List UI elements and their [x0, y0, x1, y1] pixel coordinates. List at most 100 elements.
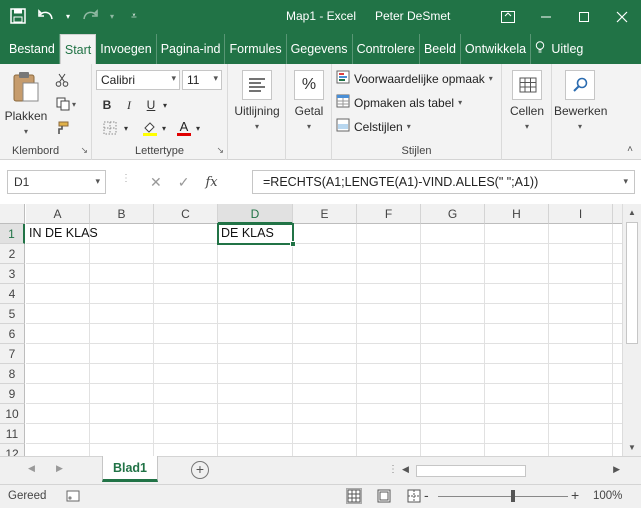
tab-formules[interactable]: Formules: [225, 34, 287, 64]
zoom-in-button[interactable]: +: [571, 487, 579, 503]
cell-a1[interactable]: IN DE KLAS: [26, 224, 146, 244]
tab-start[interactable]: Start: [59, 34, 97, 64]
page-break-preview-icon[interactable]: [406, 488, 422, 504]
row-header-9[interactable]: 9: [0, 384, 25, 404]
conditional-formatting-button[interactable]: Voorwaardelijke opmaak ▾: [336, 70, 493, 87]
tab-bestand[interactable]: Bestand: [0, 34, 60, 64]
macro-record-icon[interactable]: [66, 489, 80, 506]
cells-button[interactable]: Cellen ▾: [506, 70, 548, 132]
fill-color-icon[interactable]: [140, 118, 160, 138]
fill-color-dropdown-icon[interactable]: ▾: [160, 118, 168, 138]
redo-icon[interactable]: [80, 6, 100, 26]
font-name-select[interactable]: Calibri ▾: [96, 70, 180, 90]
format-as-table-button[interactable]: Opmaken als tabel ▾: [336, 94, 462, 111]
undo-icon[interactable]: [36, 6, 56, 26]
fill-handle[interactable]: [290, 241, 296, 247]
row-header-4[interactable]: 4: [0, 284, 25, 304]
font-size-select[interactable]: 11 ▾: [182, 70, 222, 90]
horizontal-scrollbar[interactable]: ◀ ▶: [402, 463, 620, 479]
column-header-g[interactable]: G: [421, 204, 485, 224]
row-header-11[interactable]: 11: [0, 424, 25, 444]
user-name[interactable]: Peter DeSmet: [375, 9, 450, 23]
bold-button[interactable]: B: [98, 95, 116, 115]
save-icon[interactable]: [8, 6, 28, 26]
tab-controleren[interactable]: Controlere: [353, 34, 420, 64]
paste-button[interactable]: Plakken ▾: [4, 70, 48, 137]
scroll-right-icon[interactable]: ▶: [613, 464, 620, 475]
select-all-corner[interactable]: [0, 204, 25, 224]
normal-view-icon[interactable]: [346, 488, 362, 504]
sheet-prev-icon[interactable]: ◀: [28, 463, 35, 474]
row-header-5[interactable]: 5: [0, 304, 25, 324]
sheet-next-icon[interactable]: ▶: [56, 463, 63, 474]
cancel-icon[interactable]: ✕: [150, 174, 162, 191]
row-header-8[interactable]: 8: [0, 364, 25, 384]
copy-icon[interactable]: ▾: [52, 94, 80, 114]
undo-dropdown-icon[interactable]: ▾: [64, 6, 72, 26]
chevron-down-icon[interactable]: ▾: [95, 176, 100, 187]
expand-formula-bar-icon[interactable]: ▾: [623, 176, 628, 187]
cell-styles-button[interactable]: Celstijlen ▾: [336, 118, 411, 135]
row-header-1[interactable]: 1: [0, 224, 25, 244]
tab-pagina-indeling[interactable]: Pagina-ind: [157, 34, 226, 64]
column-header-h[interactable]: H: [485, 204, 549, 224]
column-header-d[interactable]: D: [218, 204, 293, 224]
cut-icon[interactable]: [52, 70, 72, 90]
italic-button[interactable]: I: [120, 95, 138, 115]
row-header-2[interactable]: 2: [0, 244, 25, 264]
column-header-f[interactable]: F: [357, 204, 421, 224]
border-icon[interactable]: [98, 118, 122, 138]
enter-icon[interactable]: ✓: [178, 174, 190, 191]
row-header-12[interactable]: 12: [0, 444, 25, 456]
cell-d1[interactable]: DE KLAS: [217, 223, 294, 245]
alignment-button[interactable]: Uitlijning ▾: [230, 70, 284, 132]
column-header-c[interactable]: C: [154, 204, 218, 224]
tab-gegevens[interactable]: Gegevens: [287, 34, 353, 64]
scroll-left-icon[interactable]: ◀: [402, 464, 409, 475]
number-format-button[interactable]: % Getal ▾: [290, 70, 328, 132]
page-layout-view-icon[interactable]: [376, 488, 392, 504]
underline-button[interactable]: U: [142, 95, 160, 115]
vertical-scrollbar[interactable]: ▲ ▼: [622, 204, 641, 456]
scroll-down-icon[interactable]: ▼: [628, 443, 636, 452]
row-header-7[interactable]: 7: [0, 344, 25, 364]
font-color-icon[interactable]: A: [174, 118, 194, 138]
underline-dropdown-icon[interactable]: ▾: [161, 95, 169, 115]
clipboard-dialog-launcher-icon[interactable]: ↘: [80, 145, 88, 156]
sheet-tab-blad1[interactable]: Blad1: [102, 456, 158, 482]
column-header-b[interactable]: B: [90, 204, 154, 224]
worksheet-grid[interactable]: A B C D E F G H I 1 2 3 4 5 6 7 8 9 10 1…: [0, 204, 622, 456]
horizontal-scroll-thumb[interactable]: [416, 465, 526, 477]
add-sheet-icon[interactable]: +: [191, 461, 209, 479]
insert-function-icon[interactable]: fx: [205, 175, 217, 190]
ribbon-display-options-icon[interactable]: [489, 0, 527, 34]
border-dropdown-icon[interactable]: ▾: [122, 118, 130, 138]
minimize-icon[interactable]: [527, 0, 565, 34]
font-dialog-launcher-icon[interactable]: ↘: [216, 145, 224, 156]
tab-ontwikkelaars[interactable]: Ontwikkela: [461, 34, 532, 64]
zoom-out-button[interactable]: -: [424, 487, 429, 503]
formula-input[interactable]: =RECHTS(A1;LENGTE(A1)-VIND.ALLES(" ";A1)…: [252, 170, 635, 194]
scroll-up-icon[interactable]: ▲: [628, 208, 636, 217]
tab-beeld[interactable]: Beeld: [420, 34, 461, 64]
tab-invoegen[interactable]: Invoegen: [96, 34, 157, 64]
vertical-scroll-thumb[interactable]: [626, 222, 638, 344]
maximize-icon[interactable]: [565, 0, 603, 34]
zoom-slider-track[interactable]: [438, 496, 568, 497]
column-header-e[interactable]: E: [293, 204, 357, 224]
zoom-slider-thumb[interactable]: [511, 490, 515, 502]
name-box[interactable]: D1 ▾: [7, 170, 106, 194]
editing-button[interactable]: Bewerken ▾: [554, 70, 607, 132]
redo-dropdown-icon[interactable]: ▾: [108, 6, 116, 26]
customize-qat-icon[interactable]: ⩡: [124, 6, 144, 26]
row-header-6[interactable]: 6: [0, 324, 25, 344]
column-header-a[interactable]: A: [26, 204, 90, 224]
row-header-10[interactable]: 10: [0, 404, 25, 424]
collapse-ribbon-icon[interactable]: ˄: [627, 144, 633, 155]
column-header-i[interactable]: I: [549, 204, 613, 224]
format-painter-icon[interactable]: [52, 118, 72, 138]
font-color-dropdown-icon[interactable]: ▾: [194, 118, 202, 138]
zoom-level[interactable]: 100%: [593, 490, 622, 502]
close-icon[interactable]: [603, 0, 641, 34]
tab-uitleg[interactable]: Uitleg: [531, 34, 587, 64]
